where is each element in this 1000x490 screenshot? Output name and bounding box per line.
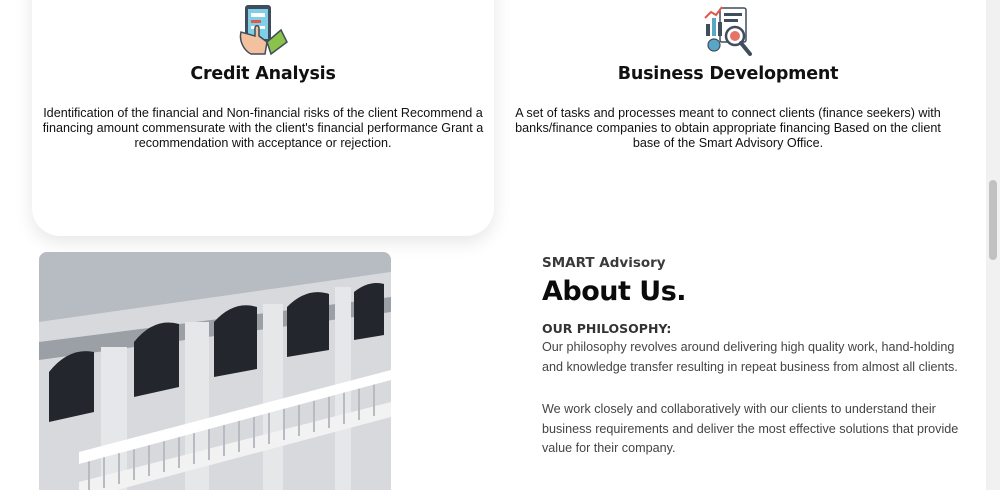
philosophy-label: OUR PHILOSOPHY: (542, 321, 672, 336)
about-eyebrow: SMART Advisory (542, 255, 666, 271)
service-credit-analysis: Credit Analysis Identification of the fi… (40, 2, 486, 151)
service-title: Credit Analysis (190, 64, 336, 84)
philosophy-paragraph: Our philosophy revolves around deliverin… (542, 340, 958, 374)
service-description: Identification of the financial and Non-… (42, 106, 484, 150)
building-photo (39, 252, 391, 490)
page-scrollbar[interactable] (986, 0, 1000, 490)
tablet-hand-icon (239, 5, 288, 56)
service-description: A set of tasks and processes meant to co… (515, 106, 941, 150)
building-arches-image (39, 252, 391, 490)
service-title: Business Development (617, 64, 839, 84)
collaboration-paragraph: We work closely and collaboratively with… (542, 402, 959, 455)
report-magnifier-icon (704, 6, 752, 56)
scrollbar-thumb[interactable] (989, 180, 997, 260)
service-business-development: Business Development A set of tasks and … (508, 2, 948, 151)
about-title: About Us. (542, 276, 687, 307)
about-section: SMART Advisory About Us. OUR PHILOSOPHY:… (542, 255, 962, 459)
